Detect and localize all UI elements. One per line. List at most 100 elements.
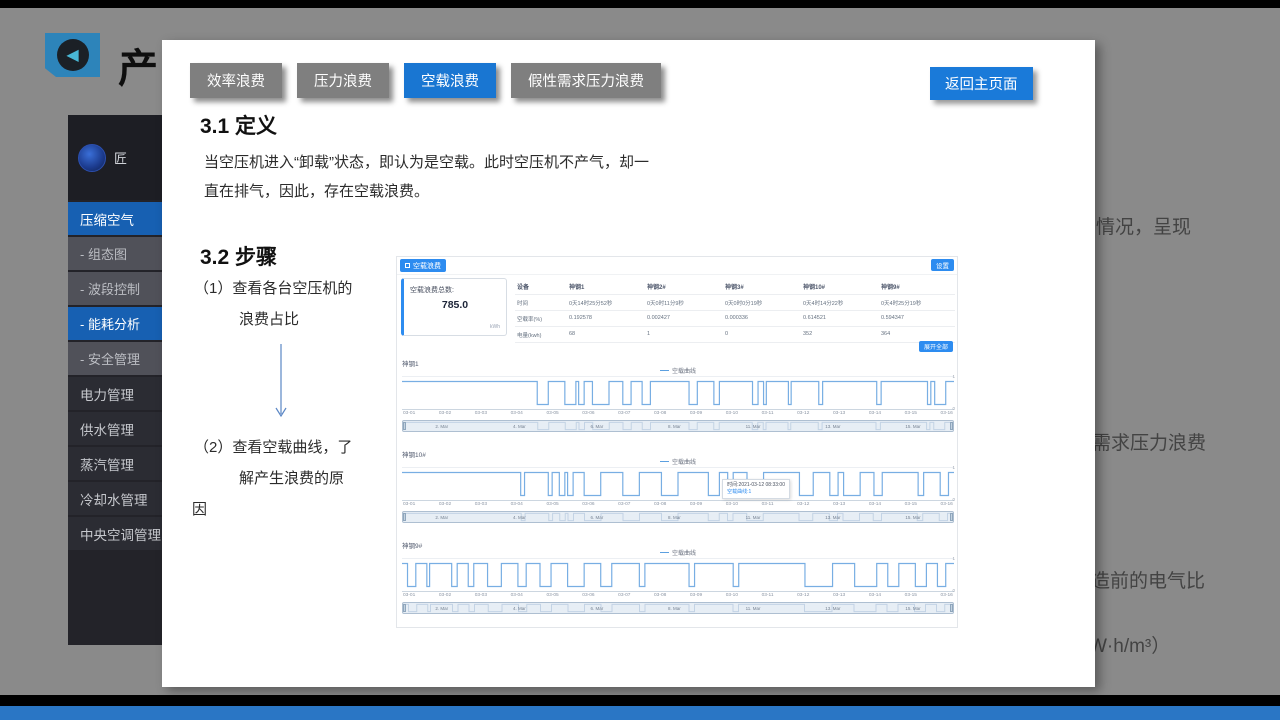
y-axis-min-label: 0 [952, 498, 955, 502]
bottom-blue-bar [0, 706, 1280, 720]
table-header-cell: 神钢1 [567, 278, 645, 294]
sidebar-item-冷却水管理[interactable]: 冷却水管理 [68, 482, 162, 515]
sidebar-item-压缩空气[interactable]: 压缩空气 [68, 202, 162, 235]
zoom-date-label: 8. Mar [668, 515, 681, 520]
dashboard-title-badge: 空载浪费 [400, 259, 446, 272]
chart-block-神钢1: 神钢1空载曲线1003-0103-0203-0303-0403-0503-060… [397, 355, 959, 446]
summary-card: 空载浪费总数: 785.0 kWh [401, 278, 507, 336]
zoom-left-handle[interactable] [403, 604, 406, 612]
table-row: 空载率(%)0.1925780.0024270.0003360.6145210.… [515, 311, 955, 327]
device-table: 设备神钢1神钢2#神钢3#神钢10#神钢9#时间0天14时25分52秒0天0时1… [515, 278, 955, 343]
x-tick-label: 03-02 [439, 593, 451, 600]
background-text-fragment-2: 造前的电气比 [1091, 566, 1205, 593]
chart-plot-area[interactable]: 10时间:2021-03-12 08:33:00空载曲线:1 [402, 467, 954, 501]
data-zoom-bar[interactable]: 2. Mar4. Mar6. Mar8. Mar11. Mar13. Mar15… [402, 602, 954, 614]
chart-legend[interactable]: 空载曲线 [402, 366, 954, 375]
zoom-left-handle[interactable] [403, 422, 406, 430]
zoom-date-label: 4. Mar [513, 515, 526, 520]
tab-空载浪费[interactable]: 空载浪费 [404, 63, 496, 98]
table-cell: 0.192578 [567, 311, 645, 326]
x-tick-label: 03-13 [833, 593, 845, 600]
x-tick-label: 03-13 [833, 411, 845, 418]
back-to-main-button[interactable]: 返回主页面 [930, 67, 1033, 100]
x-tick-label: 03-05 [546, 593, 558, 600]
table-header-cell: 神钢3# [723, 278, 801, 294]
zoom-date-label: 6. Mar [590, 606, 603, 611]
zoom-date-label: 15. Mar [905, 606, 920, 611]
tab-假性需求压力浪费[interactable]: 假性需求压力浪费 [511, 63, 661, 98]
sidebar-item-能耗分析[interactable]: - 能耗分析 [68, 307, 162, 340]
summary-card-value: 785.0 [404, 299, 506, 311]
x-tick-label: 03-13 [833, 502, 845, 509]
x-tick-label: 03-12 [797, 411, 809, 418]
x-tick-label: 03-03 [475, 593, 487, 600]
zoom-date-label: 6. Mar [590, 515, 603, 520]
x-tick-label: 03-02 [439, 411, 451, 418]
expand-all-button[interactable]: 展开全部 [919, 341, 953, 352]
zoom-right-handle[interactable] [950, 422, 953, 430]
zoom-date-label: 11. Mar [746, 515, 761, 520]
tabs-row: 效率浪费压力浪费空载浪费假性需求压力浪费 [190, 63, 661, 98]
sidebar-item-波段控制[interactable]: - 波段控制 [68, 272, 162, 305]
table-cell: 0天0时0分19秒 [723, 295, 801, 310]
chart-title: 神钢10# [402, 446, 954, 457]
table-cell: 0.614521 [801, 311, 879, 326]
step-1-line-1: （1）查看各台空压机的 [194, 273, 352, 304]
sidebar-item-供水管理[interactable]: 供水管理 [68, 412, 162, 445]
zoom-date-label: 13. Mar [825, 606, 840, 611]
sidebar-item-电力管理[interactable]: 电力管理 [68, 377, 162, 410]
back-arrow-icon: ◀ [57, 39, 89, 71]
x-tick-label: 03-09 [690, 593, 702, 600]
zoom-right-handle[interactable] [950, 604, 953, 612]
x-tick-label: 03-01 [403, 502, 415, 509]
table-header-cell: 神钢2# [645, 278, 723, 294]
x-tick-label: 03-03 [475, 502, 487, 509]
x-tick-label: 03-04 [511, 411, 523, 418]
data-zoom-bar[interactable]: 2. Mar4. Mar6. Mar8. Mar11. Mar13. Mar15… [402, 511, 954, 523]
chart-legend[interactable]: 空载曲线 [402, 457, 954, 466]
x-tick-label: 03-08 [654, 411, 666, 418]
sidebar-item-安全管理[interactable]: - 安全管理 [68, 342, 162, 375]
data-zoom-bar[interactable]: 2. Mar4. Mar6. Mar8. Mar11. Mar13. Mar15… [402, 420, 954, 432]
panel-icon [405, 263, 410, 268]
table-cell: 1 [645, 327, 723, 342]
table-header-cell: 设备 [515, 278, 567, 294]
x-tick-label: 03-05 [546, 411, 558, 418]
zoom-date-label: 2. Mar [435, 515, 448, 520]
definition-line-1: 当空压机进入“卸载”状态，即认为是空载。此时空压机不产气，却一 [204, 148, 729, 177]
x-tick-label: 03-09 [690, 502, 702, 509]
summary-card-unit: kWh [490, 324, 500, 330]
legend-line-icon [660, 461, 669, 462]
charts-container: 神钢1空载曲线1003-0103-0203-0303-0403-0503-060… [397, 355, 959, 628]
step-2-text: （2）查看空载曲线，了 解产生浪费的原 因 [192, 432, 352, 525]
tab-效率浪费[interactable]: 效率浪费 [190, 63, 282, 98]
top-black-bar [0, 0, 1280, 8]
table-cell: 0天14时25分52秒 [567, 295, 645, 310]
x-tick-label: 03-14 [869, 593, 881, 600]
app-sidebar: 匠 压缩空气- 组态图- 波段控制- 能耗分析- 安全管理电力管理供水管理蒸汽管… [68, 115, 162, 645]
sidebar-menu: 压缩空气- 组态图- 波段控制- 能耗分析- 安全管理电力管理供水管理蒸汽管理冷… [68, 202, 162, 550]
step-2-line-2: 解产生浪费的原 [239, 463, 352, 494]
chart-plot-area[interactable]: 10 [402, 376, 954, 410]
zoom-left-handle[interactable] [403, 513, 406, 521]
table-header-cell: 神钢9# [879, 278, 955, 294]
chart-legend[interactable]: 空载曲线 [402, 548, 954, 557]
settings-button[interactable]: 设置 [931, 259, 954, 271]
chart-plot-area[interactable]: 10 [402, 558, 954, 592]
tooltip-value: 空载曲线:1 [727, 489, 785, 496]
zoom-date-label: 15. Mar [905, 515, 920, 520]
table-cell: 0天4时25分19秒 [879, 295, 955, 310]
x-tick-label: 03-15 [905, 593, 917, 600]
background-text-fragment-3: W·h/m³） [1089, 631, 1170, 658]
tab-压力浪费[interactable]: 压力浪费 [297, 63, 389, 98]
bottom-black-bar [0, 695, 1280, 706]
sidebar-item-组态图[interactable]: - 组态图 [68, 237, 162, 270]
x-tick-label: 03-01 [403, 411, 415, 418]
zoom-date-label: 2. Mar [435, 424, 448, 429]
sidebar-item-蒸汽管理[interactable]: 蒸汽管理 [68, 447, 162, 480]
zoom-right-handle[interactable] [950, 513, 953, 521]
sidebar-item-中央空调管理[interactable]: 中央空调管理 [68, 517, 162, 550]
x-tick-label: 03-10 [726, 593, 738, 600]
table-cell: 电量(kwh) [515, 327, 567, 342]
slide-stage: ◀ 产品 匠 压缩空气- 组态图- 波段控制- 能耗分析- 安全管理电力管理供水… [0, 0, 1280, 720]
